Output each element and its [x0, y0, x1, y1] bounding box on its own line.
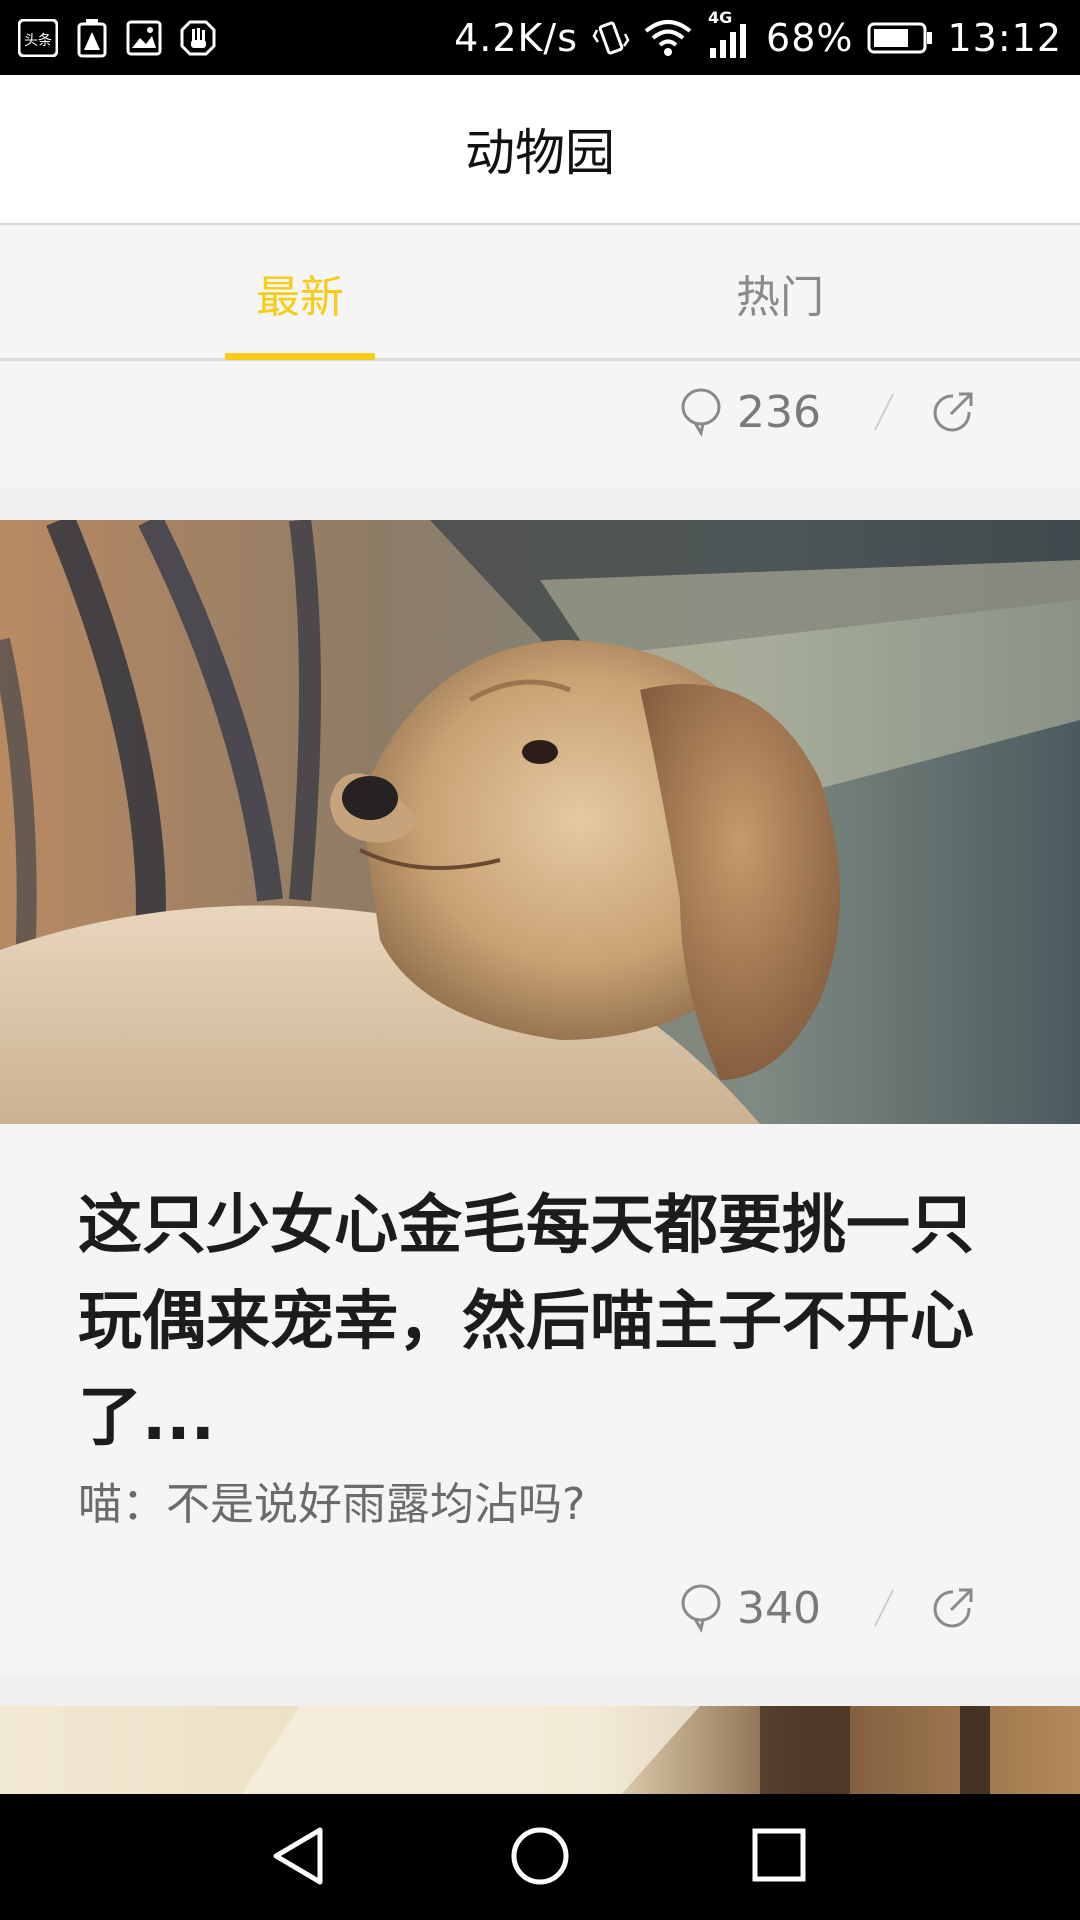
tab-hot[interactable]: 热门	[705, 225, 855, 361]
page-title: 动物园	[465, 124, 615, 182]
battery-icon	[867, 21, 933, 55]
share-icon[interactable]	[931, 1586, 975, 1630]
tab-latest[interactable]: 最新	[225, 225, 375, 361]
next-card-image[interactable]	[0, 1706, 1080, 1796]
feed-card-partial[interactable]: 236	[0, 362, 1080, 488]
svg-text:头条: 头条	[24, 32, 52, 49]
battery-warning-icon	[76, 18, 108, 58]
slash-divider	[871, 390, 897, 434]
comment-bubble-icon[interactable]	[679, 387, 723, 437]
slash-divider	[871, 1586, 897, 1630]
navigation-bar	[0, 1794, 1080, 1920]
back-icon[interactable]	[270, 1824, 326, 1888]
hand-icon	[180, 20, 216, 56]
card-actions: 236	[679, 382, 975, 442]
toutiao-app-icon: 头条	[18, 18, 58, 57]
vibrate-icon	[592, 18, 630, 58]
status-right: 4.2K/s 4G 68% 13:12	[454, 8, 1062, 60]
cell-signal-icon: 4G	[706, 8, 752, 60]
card-actions: 340	[679, 1578, 975, 1638]
comment-bubble-icon[interactable]	[679, 1583, 723, 1633]
dog-photo[interactable]	[0, 520, 1080, 1124]
feed-card[interactable]: 这只少女心金毛每天都要挑一只玩偶来宠幸，然后喵主子不开心了... 喵：不是说好雨…	[0, 520, 1080, 1675]
recents-icon[interactable]	[752, 1828, 806, 1882]
home-icon[interactable]	[510, 1826, 570, 1886]
network-type: 4G	[708, 7, 733, 27]
card-subtitle: 喵：不是说好雨露均沾吗?	[78, 1479, 586, 1530]
image-icon	[126, 20, 162, 56]
comment-count: 236	[737, 386, 821, 438]
status-bar: 头条 4.2K/s 4G 68% 13:12	[0, 0, 1080, 75]
share-icon[interactable]	[931, 390, 975, 434]
active-tab-indicator	[225, 353, 375, 360]
comment-count: 340	[737, 1582, 821, 1634]
wifi-icon	[644, 19, 692, 57]
title-bar: 动物园	[0, 75, 1080, 225]
card-title[interactable]: 这只少女心金毛每天都要挑一只玩偶来宠幸，然后喵主子不开心了...	[78, 1178, 1018, 1466]
clock: 13:12	[947, 15, 1062, 60]
tab-bar: 最新 热门	[0, 225, 1080, 361]
status-left-icons: 头条	[18, 18, 216, 58]
net-speed: 4.2K/s	[454, 15, 579, 60]
battery-percent: 68%	[766, 15, 854, 60]
